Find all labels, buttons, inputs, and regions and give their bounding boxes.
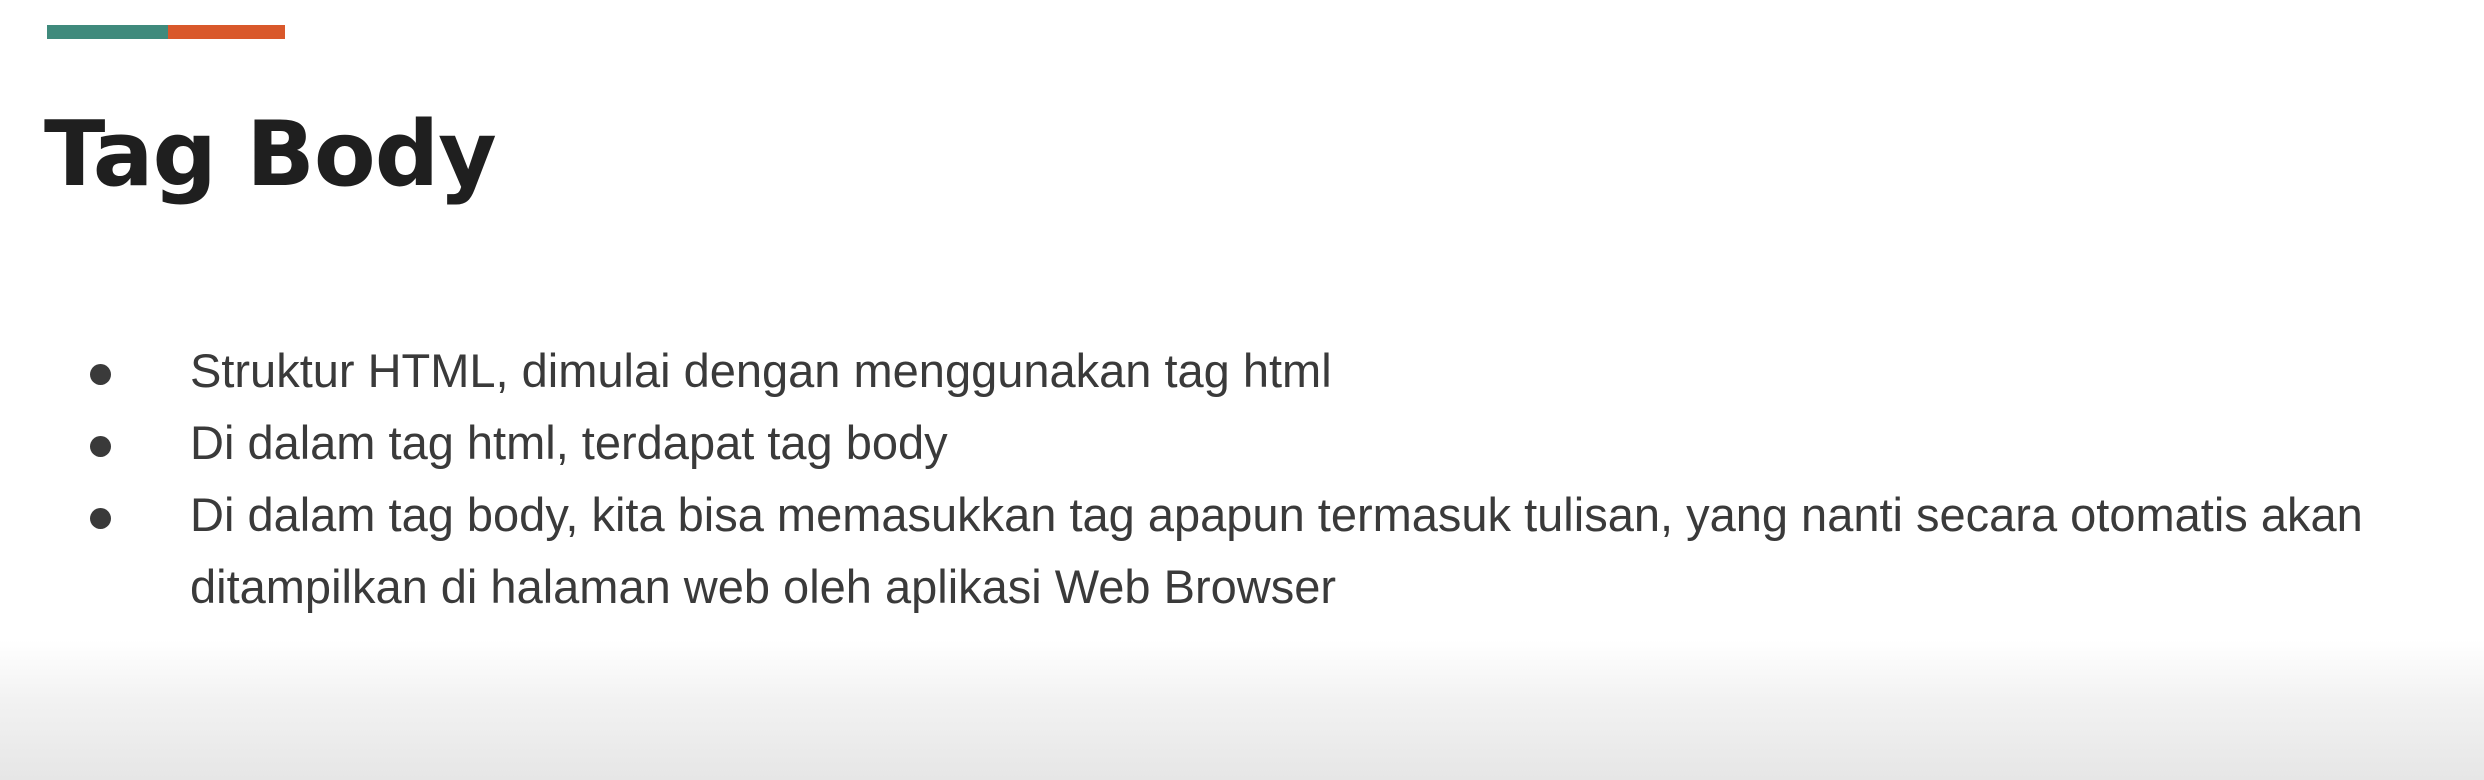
bullet-dot-icon	[90, 508, 111, 529]
slide-title: Tag Body	[44, 102, 497, 207]
bullet-text: Struktur HTML, dimulai dengan menggunaka…	[190, 344, 1332, 397]
bullet-list: Struktur HTML, dimulai dengan menggunaka…	[0, 335, 2484, 623]
bullet-item: Di dalam tag body, kita bisa memasukkan …	[0, 479, 2484, 623]
bullet-dot-icon	[90, 436, 111, 457]
accent-bar-teal-segment	[47, 25, 168, 39]
bullet-text: Di dalam tag body, kita bisa memasukkan …	[190, 488, 2363, 613]
bullet-item: Struktur HTML, dimulai dengan menggunaka…	[0, 335, 2484, 407]
accent-bar	[47, 25, 285, 39]
accent-bar-orange-segment	[168, 25, 285, 39]
bullet-text: Di dalam tag html, terdapat tag body	[190, 416, 948, 469]
bullet-dot-icon	[90, 364, 111, 385]
bullet-item: Di dalam tag html, terdapat tag body	[0, 407, 2484, 479]
